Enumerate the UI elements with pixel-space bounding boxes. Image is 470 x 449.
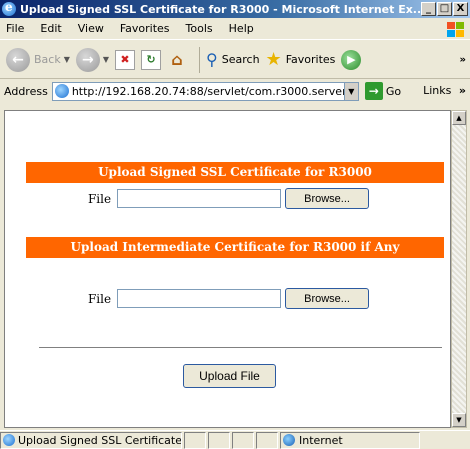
- links-chevron: »: [458, 84, 466, 97]
- media-icon: ▶: [341, 49, 362, 70]
- home-icon: ⌂: [171, 50, 183, 69]
- intermediate-cert-file-input[interactable]: [117, 289, 282, 308]
- menu-edit[interactable]: Edit: [40, 22, 61, 35]
- menu-favorites[interactable]: Favorites: [120, 22, 170, 35]
- refresh-button[interactable]: ↻: [141, 49, 162, 70]
- address-input[interactable]: http://192.168.20.74:88/servlet/com.r300…: [51, 81, 359, 101]
- zone-label: Internet: [299, 433, 343, 447]
- forward-arrow-icon: →: [75, 47, 100, 72]
- stop-button[interactable]: ✖: [115, 49, 136, 70]
- back-dropdown-icon[interactable]: ▼: [64, 55, 70, 64]
- forward-button[interactable]: → ▼: [75, 47, 109, 72]
- internet-globe-icon: [283, 434, 295, 446]
- close-button[interactable]: X: [453, 2, 468, 16]
- forward-dropdown-icon[interactable]: ▼: [103, 55, 109, 64]
- signed-cert-file-label: File: [87, 191, 112, 206]
- search-icon: ⚲: [206, 50, 218, 69]
- go-label: Go: [385, 84, 402, 98]
- vertical-scrollbar[interactable]: ▲ ▼: [451, 110, 467, 428]
- refresh-icon: ↻: [141, 49, 162, 70]
- page-icon: [54, 84, 69, 98]
- go-arrow-icon: →: [364, 82, 383, 100]
- status-cell: [256, 431, 278, 449]
- signed-cert-file-input[interactable]: [117, 189, 282, 208]
- intermediate-cert-header: Upload Intermediate Certificate for R300…: [26, 237, 444, 258]
- intermediate-cert-file-row: File Browse...: [5, 288, 450, 309]
- status-cell: [208, 431, 230, 449]
- links-label: Links: [423, 84, 452, 97]
- address-bar: Address http://192.168.20.74:88/servlet/…: [0, 80, 470, 102]
- maximize-button[interactable]: □: [437, 2, 452, 16]
- status-text: Upload Signed SSL Certificate f: [18, 433, 182, 447]
- status-cell: [184, 431, 206, 449]
- search-label: Search: [221, 53, 260, 66]
- menu-file[interactable]: File: [6, 22, 24, 35]
- browser-window: Upload Signed SSL Certificate for R3000 …: [0, 0, 470, 449]
- signed-cert-file-row: File Browse...: [5, 188, 450, 209]
- windows-flag-icon: [444, 20, 464, 38]
- divider: [39, 347, 442, 349]
- toolbar-overflow-chevron[interactable]: »: [460, 54, 466, 65]
- upload-file-button[interactable]: Upload File: [183, 364, 276, 388]
- address-dropdown-icon[interactable]: ▼: [343, 82, 358, 100]
- stop-icon: ✖: [115, 49, 136, 70]
- favorites-label: Favorites: [285, 53, 336, 66]
- status-page-icon: [3, 434, 15, 446]
- status-cell: [232, 431, 254, 449]
- title-bar[interactable]: Upload Signed SSL Certificate for R3000 …: [0, 0, 470, 18]
- favorites-button[interactable]: ★ Favorites: [266, 49, 336, 70]
- scroll-up-icon[interactable]: ▲: [452, 111, 466, 125]
- standard-toolbar: ← Back ▼ → ▼ ✖ ↻ ⌂ ⚲ Search ★ Favorites …: [0, 41, 470, 79]
- links-button[interactable]: Links »: [423, 84, 466, 97]
- back-button[interactable]: ← Back ▼: [6, 47, 70, 72]
- home-button[interactable]: ⌂: [167, 50, 187, 70]
- media-button[interactable]: ▶: [341, 49, 362, 70]
- menu-view[interactable]: View: [78, 22, 104, 35]
- signed-cert-browse-button[interactable]: Browse...: [285, 188, 370, 209]
- window-controls: _ □ X: [421, 2, 468, 16]
- address-label: Address: [4, 84, 48, 98]
- intermediate-cert-file-label: File: [87, 291, 112, 306]
- back-label: Back: [34, 53, 61, 66]
- scroll-down-icon[interactable]: ▼: [452, 413, 466, 427]
- minimize-button[interactable]: _: [421, 2, 436, 16]
- menu-bar: File Edit View Favorites Tools Help: [0, 18, 470, 40]
- status-bar: Upload Signed SSL Certificate f Internet: [0, 430, 470, 449]
- star-icon: ★: [265, 49, 282, 70]
- back-arrow-icon: ←: [6, 47, 30, 72]
- signed-cert-header: Upload Signed SSL Certificate for R3000: [26, 162, 444, 183]
- menu-help[interactable]: Help: [229, 22, 254, 35]
- window-title: Upload Signed SSL Certificate for R3000 …: [20, 2, 421, 16]
- menu-tools[interactable]: Tools: [186, 22, 213, 35]
- toolbar-separator: [199, 46, 201, 73]
- status-text-panel: Upload Signed SSL Certificate f: [0, 431, 182, 449]
- address-url: http://192.168.20.74:88/servlet/com.r300…: [71, 84, 347, 98]
- ie-logo-icon: [2, 0, 16, 16]
- intermediate-cert-browse-button[interactable]: Browse...: [285, 288, 370, 309]
- search-button[interactable]: ⚲ Search: [206, 50, 260, 69]
- go-button[interactable]: → Go: [364, 82, 402, 100]
- security-zone: Internet: [280, 431, 420, 449]
- page-content: Upload Signed SSL Certificate for R3000 …: [4, 110, 451, 428]
